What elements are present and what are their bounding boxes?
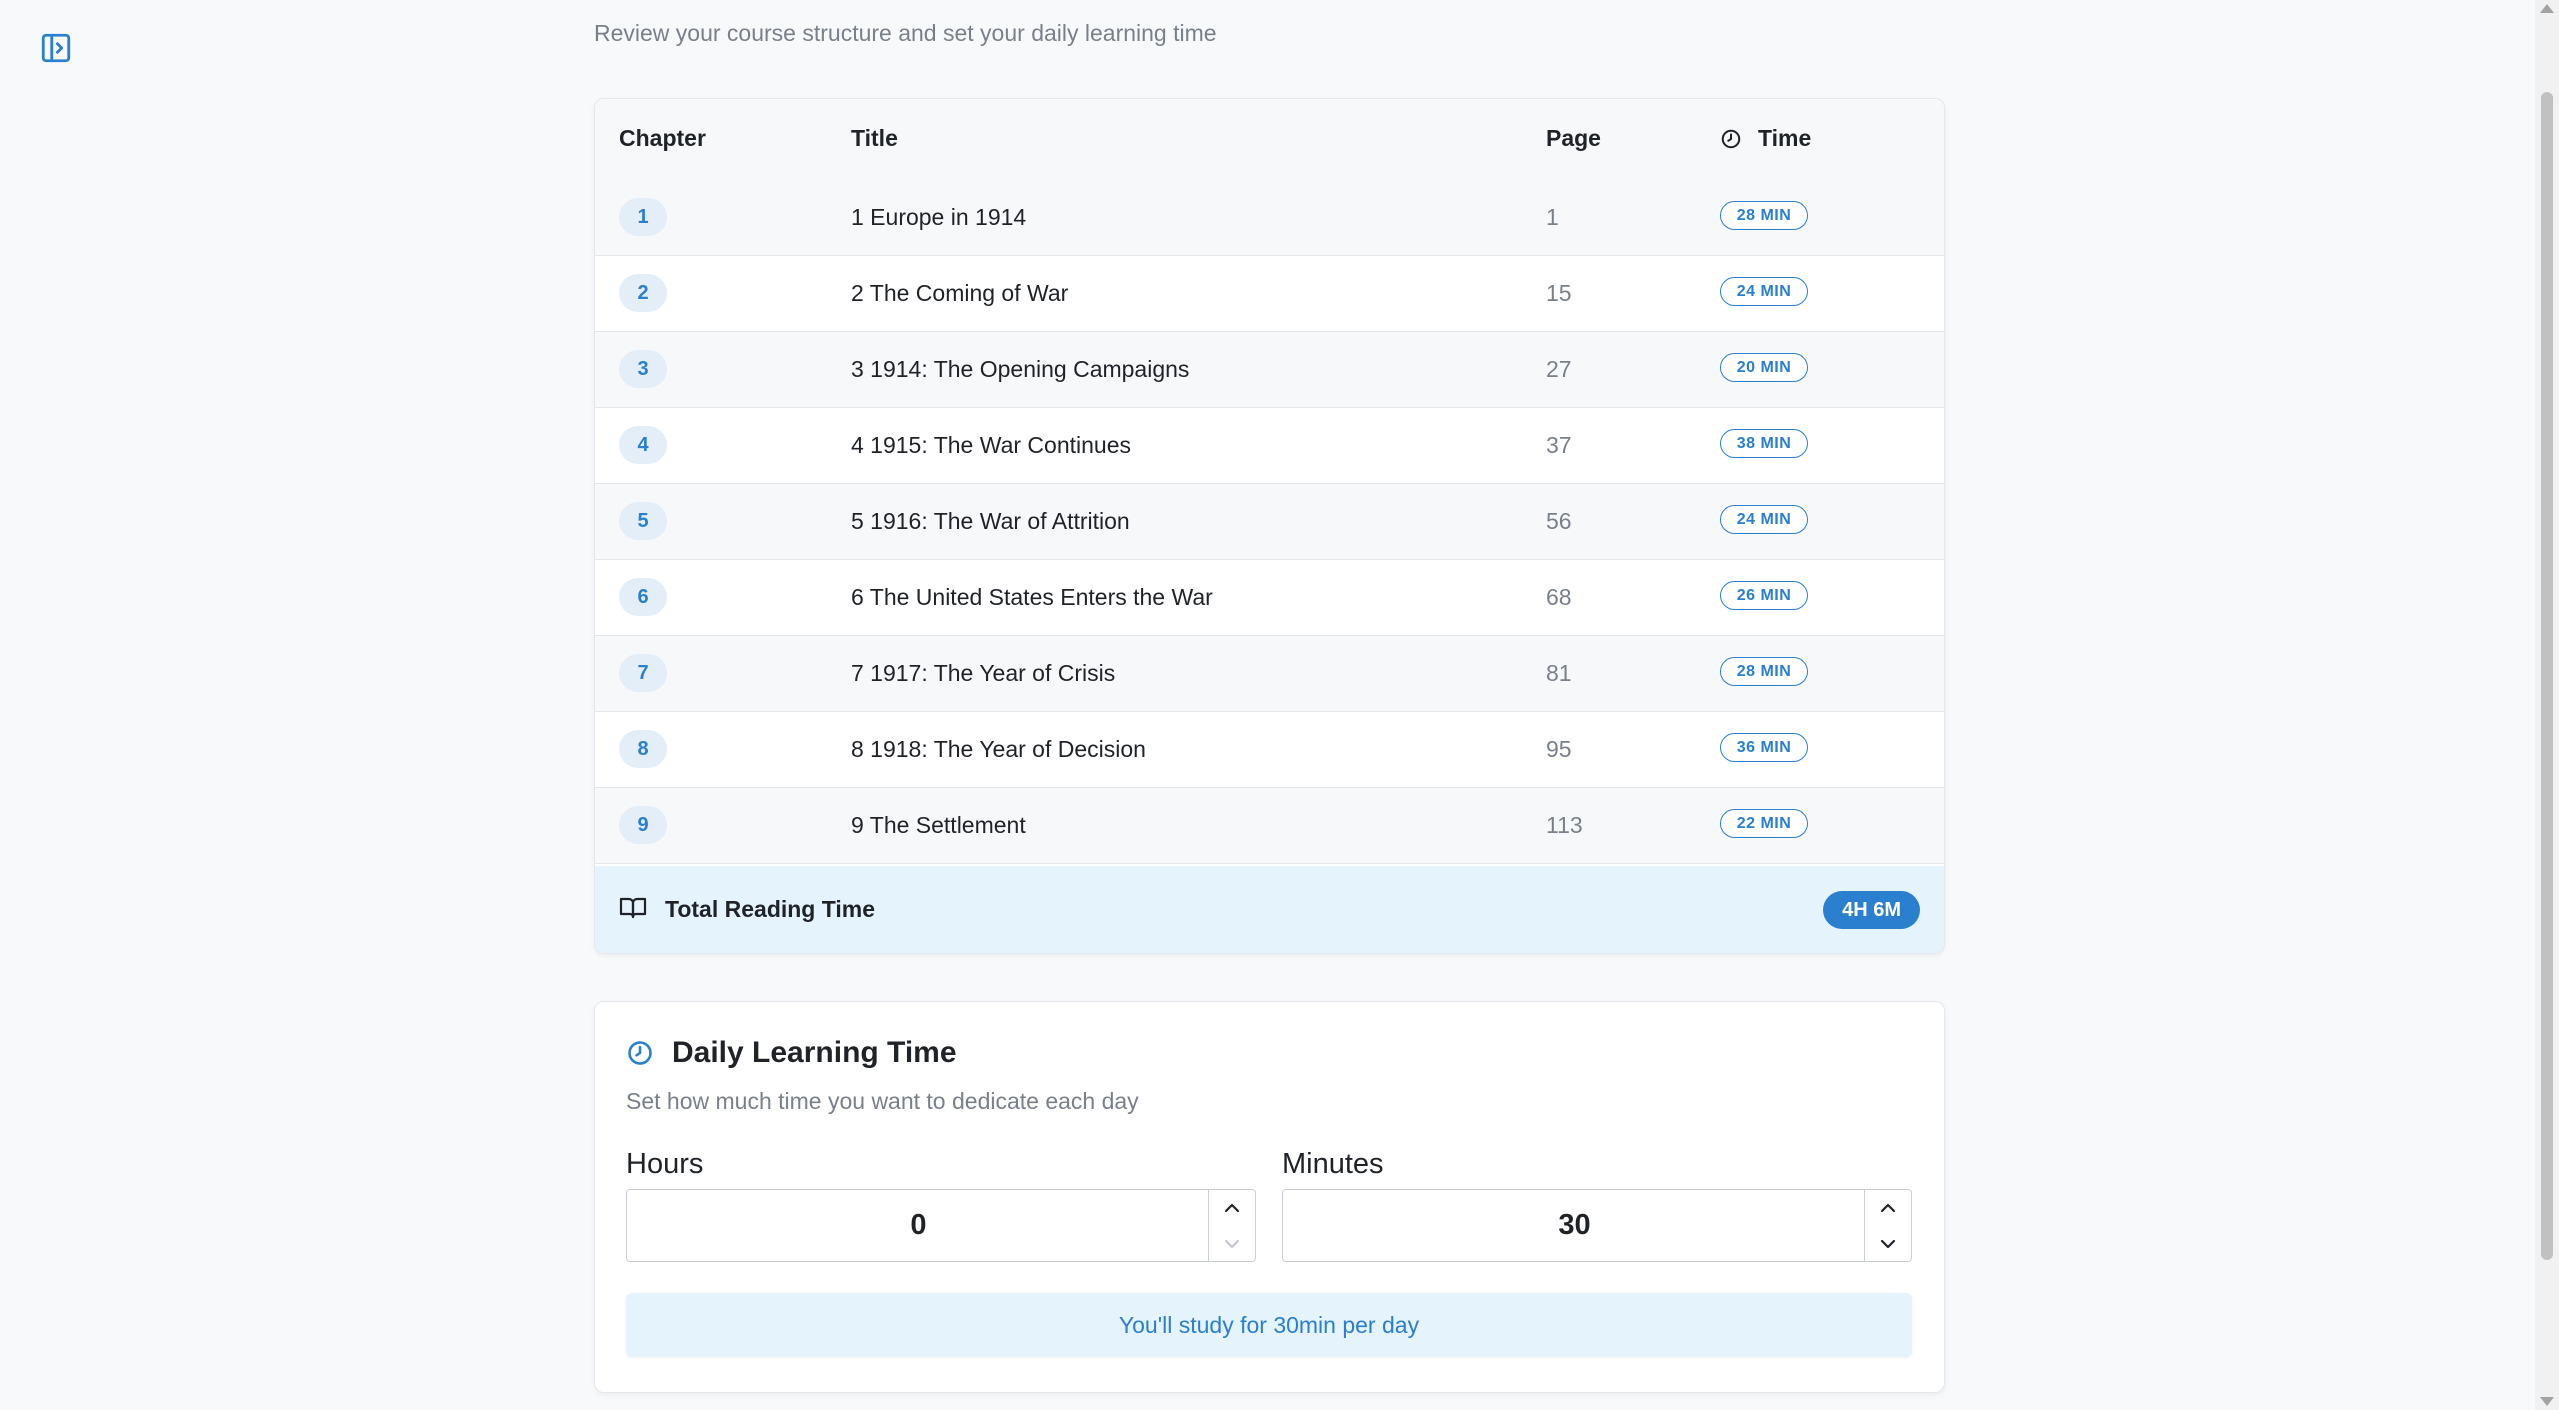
daily-summary: You'll study for 30min per day xyxy=(626,1293,1912,1357)
hours-label: Hours xyxy=(626,1148,704,1180)
table-row[interactable]: 6 6 The United States Enters the War 68 26 … xyxy=(595,560,1944,636)
header-chapter: Chapter xyxy=(619,125,706,151)
hours-increment-button[interactable] xyxy=(1209,1190,1255,1225)
daily-header: Daily Learning Time xyxy=(626,1036,957,1070)
minutes-decrement-button[interactable] xyxy=(1865,1226,1911,1261)
table-row[interactable]: 5 5 1916: The War of Attrition 56 24 MIN xyxy=(595,484,1944,560)
chapters-table: Chapter Title Page Time 1 1 Europe in 191… xyxy=(594,98,1945,954)
chapter-title: 9 The Settlement xyxy=(851,812,1026,838)
header-title: Title xyxy=(851,125,898,151)
chapter-time-badge: 24 MIN xyxy=(1720,505,1808,534)
clock-icon xyxy=(626,1039,654,1067)
minutes-increment-button[interactable] xyxy=(1865,1190,1911,1225)
header-time-label: Time xyxy=(1758,125,1812,151)
page-scrollbar[interactable] xyxy=(2535,0,2559,1410)
chapter-number-chip: 9 xyxy=(619,806,667,844)
chapter-time-badge: 20 MIN xyxy=(1720,353,1808,382)
chevron-up-icon xyxy=(1223,1202,1241,1214)
chapter-title: 3 1914: The Opening Campaigns xyxy=(851,356,1190,382)
chapter-number-chip: 3 xyxy=(619,350,667,388)
daily-title: Daily Learning Time xyxy=(672,1036,957,1069)
chevron-down-icon xyxy=(1223,1238,1241,1250)
chapter-time-badge: 36 MIN xyxy=(1720,733,1808,762)
table-row[interactable]: 9 9 The Settlement 113 22 MIN xyxy=(595,788,1944,864)
sidebar-panel-icon xyxy=(39,31,73,70)
chapter-time-badge: 28 MIN xyxy=(1720,657,1808,686)
hours-stepper: 0 xyxy=(626,1189,1256,1262)
chapter-page: 113 xyxy=(1546,812,1583,838)
chapter-title: 4 1915: The War Continues xyxy=(851,432,1131,458)
total-label: Total Reading Time xyxy=(665,896,876,922)
table-row[interactable]: 7 7 1917: The Year of Crisis 81 28 MIN xyxy=(595,636,1944,712)
table-row[interactable]: 2 2 The Coming of War 15 24 MIN xyxy=(595,256,1944,332)
chapter-title: 8 1918: The Year of Decision xyxy=(851,736,1146,762)
chapter-time-badge: 26 MIN xyxy=(1720,581,1808,610)
minutes-input[interactable]: 30 xyxy=(1283,1190,1866,1261)
chapter-title: 5 1916: The War of Attrition xyxy=(851,508,1130,534)
chapter-title: 1 Europe in 1914 xyxy=(851,204,1027,230)
chapter-title: 2 The Coming of War xyxy=(851,280,1069,306)
minutes-label: Minutes xyxy=(1282,1148,1384,1180)
chapter-title: 7 1917: The Year of Crisis xyxy=(851,660,1116,686)
hours-input[interactable]: 0 xyxy=(627,1190,1210,1261)
chevron-up-icon xyxy=(1879,1202,1897,1214)
chapter-title: 6 The United States Enters the War xyxy=(851,584,1213,610)
chapter-page: 27 xyxy=(1546,356,1572,382)
chapter-number-chip: 6 xyxy=(619,578,667,616)
chapter-page: 95 xyxy=(1546,736,1572,762)
chapter-number-chip: 7 xyxy=(619,654,667,692)
table-row[interactable]: 3 3 1914: The Opening Campaigns 27 20 MIN xyxy=(595,332,1944,408)
scrollbar-thumb[interactable] xyxy=(2541,92,2553,1260)
chapter-time-badge: 22 MIN xyxy=(1720,809,1808,838)
minutes-stepper-arrows xyxy=(1864,1190,1911,1261)
sidebar-toggle-button[interactable] xyxy=(38,32,74,68)
daily-learning-card: Daily Learning Time Set how much time yo… xyxy=(594,1001,1945,1393)
daily-subtitle: Set how much time you want to dedicate e… xyxy=(626,1088,1139,1114)
chapter-page: 68 xyxy=(1546,584,1572,610)
header-time: Time xyxy=(1720,125,1811,152)
hours-stepper-arrows xyxy=(1208,1190,1255,1261)
header-page: Page xyxy=(1546,125,1601,151)
scroll-down-arrow[interactable] xyxy=(2540,1397,2554,1406)
clock-icon xyxy=(1720,128,1742,150)
table-row[interactable]: 8 8 1918: The Year of Decision 95 36 MIN xyxy=(595,712,1944,788)
table-body: 1 1 Europe in 1914 1 28 MIN 2 2 The Coming of… xyxy=(595,180,1944,864)
chapter-page: 81 xyxy=(1546,660,1572,686)
minutes-stepper: 30 xyxy=(1282,1189,1912,1262)
chapter-time-badge: 38 MIN xyxy=(1720,429,1808,458)
hours-decrement-button[interactable] xyxy=(1209,1226,1255,1261)
chapter-number-chip: 5 xyxy=(619,502,667,540)
chapter-number-chip: 8 xyxy=(619,730,667,768)
chapter-time-badge: 28 MIN xyxy=(1720,201,1808,230)
table-header: Chapter Title Page Time xyxy=(595,99,1944,181)
chapter-page: 1 xyxy=(1546,204,1559,230)
chapter-page: 56 xyxy=(1546,508,1572,534)
chapter-number-chip: 4 xyxy=(619,426,667,464)
total-reading-row: Total Reading Time 4H 6M xyxy=(595,866,1944,953)
book-open-icon xyxy=(619,896,647,925)
chapter-page: 15 xyxy=(1546,280,1572,306)
total-value-badge: 4H 6M xyxy=(1823,891,1920,929)
chapter-number-chip: 2 xyxy=(619,274,667,312)
table-row[interactable]: 1 1 Europe in 1914 1 28 MIN xyxy=(595,180,1944,256)
chapter-page: 37 xyxy=(1546,432,1572,458)
table-row[interactable]: 4 4 1915: The War Continues 37 38 MIN xyxy=(595,408,1944,484)
chevron-down-icon xyxy=(1879,1238,1897,1250)
chapter-number-chip: 1 xyxy=(619,198,667,236)
chapter-time-badge: 24 MIN xyxy=(1720,277,1808,306)
scroll-up-arrow[interactable] xyxy=(2540,4,2554,13)
page-subtitle: Review your course structure and set you… xyxy=(594,20,1217,46)
